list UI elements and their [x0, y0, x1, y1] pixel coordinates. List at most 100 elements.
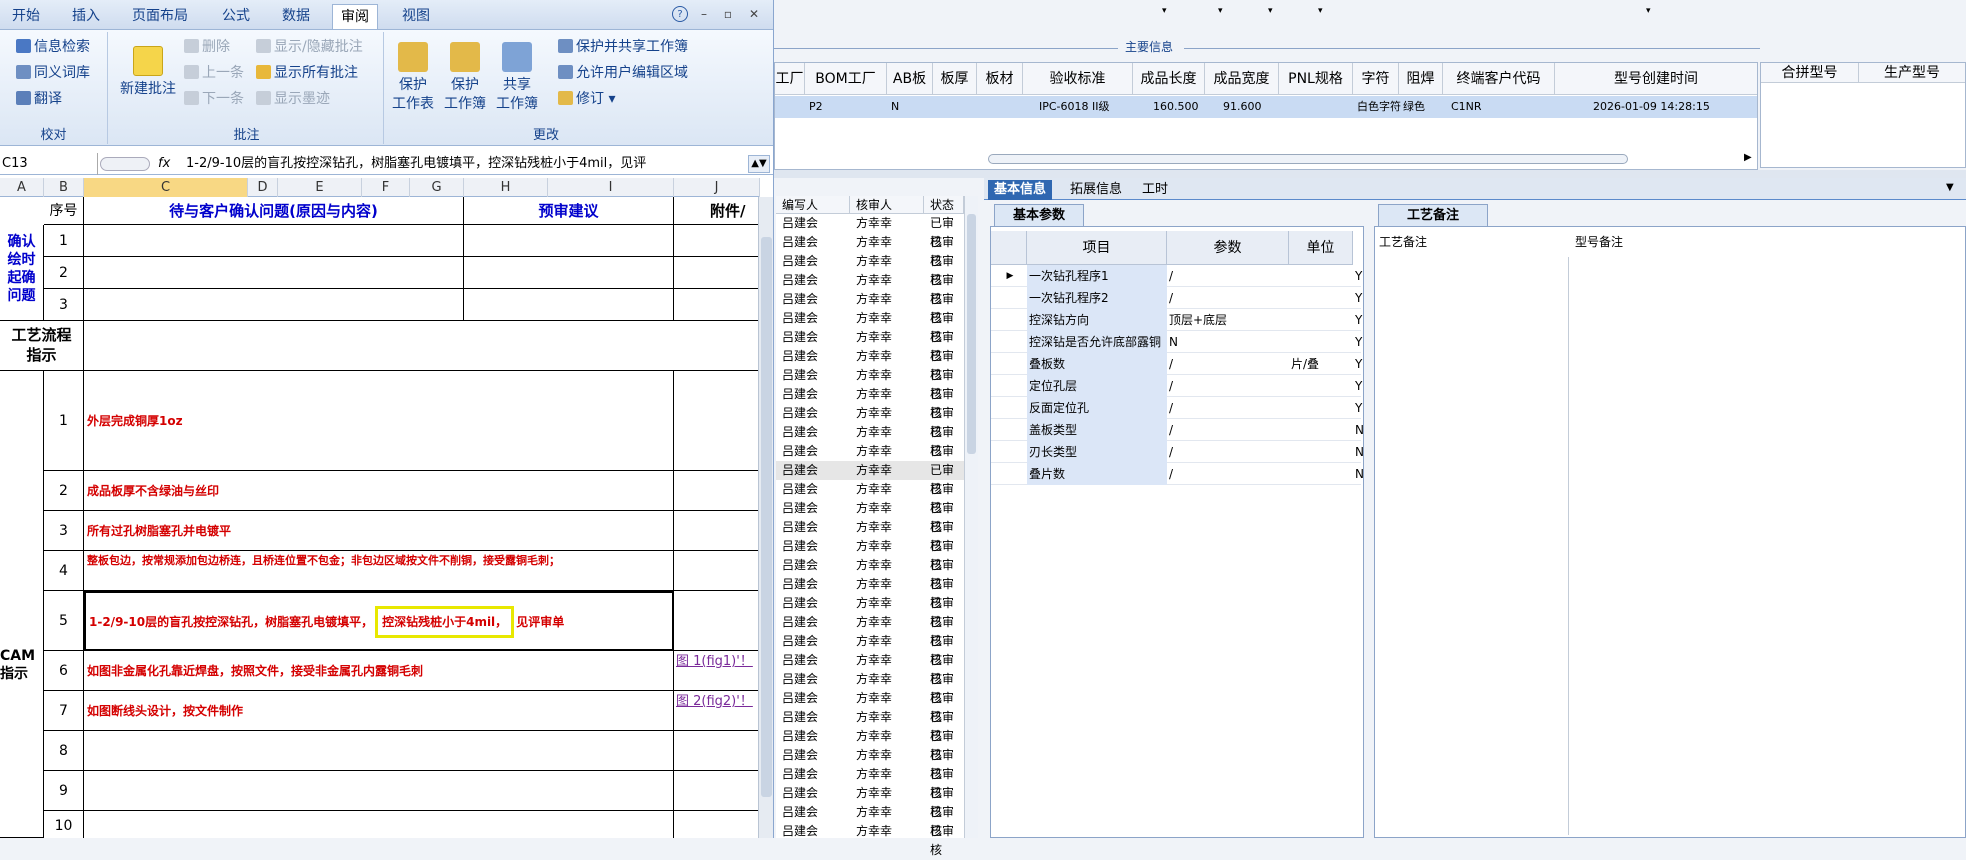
column-header[interactable]: I	[548, 178, 674, 197]
column-header[interactable]: G	[410, 178, 464, 197]
list-item[interactable]: 吕建会方幸幸已审核	[776, 290, 964, 325]
scroll-thumb[interactable]	[967, 214, 976, 454]
attach-cell[interactable]	[674, 511, 760, 551]
new-comment-button[interactable]: 新建批注	[114, 46, 182, 99]
attach-cell[interactable]	[674, 771, 760, 811]
list-item[interactable]: 吕建会方幸幸已审核	[776, 423, 964, 458]
formula-input[interactable]: 1-2/9-10层的盲孔按控深钻孔，树脂塞孔电镀填平，控深钻残桩小于4mil，见…	[186, 153, 746, 175]
col-header[interactable]: 板材	[977, 63, 1023, 95]
col-header[interactable]: AB板	[887, 63, 933, 95]
param-row[interactable]: 控深钻是否允许底部露铜 N Y	[991, 331, 1362, 353]
question-cell[interactable]	[84, 225, 464, 257]
flow-cell[interactable]	[84, 321, 760, 371]
close-icon[interactable]: ✕	[746, 6, 762, 22]
list-item[interactable]: 吕建会方幸幸已审核	[776, 746, 964, 781]
row-selector[interactable]	[991, 309, 1027, 331]
thesaurus-button[interactable]: 同义词库	[16, 62, 90, 84]
param-value[interactable]: /	[1167, 287, 1289, 309]
list-item[interactable]: 吕建会方幸幸已审核	[776, 404, 964, 439]
tab-work-hours[interactable]: 工时	[1136, 180, 1174, 200]
list-item[interactable]: 吕建会方幸幸已审核	[776, 480, 964, 515]
column-header[interactable]: A	[0, 178, 44, 197]
list-item[interactable]: 吕建会方幸幸已审核	[776, 689, 964, 724]
col-header[interactable]: 字符	[1353, 63, 1399, 95]
show-ink-button[interactable]: 显示墨迹	[256, 88, 330, 110]
fx-icon[interactable]: fx	[158, 153, 172, 175]
attach-cell[interactable]	[674, 731, 760, 771]
list-item[interactable]: 吕建会方幸幸已审核	[776, 252, 964, 287]
col-header[interactable]: 生产型号	[1859, 63, 1965, 83]
fig2-link[interactable]: 图 2(fig2)'！	[674, 691, 760, 731]
track-changes-button[interactable]: 修订 ▾	[558, 88, 615, 110]
col-header[interactable]: 成品长度	[1133, 63, 1205, 95]
col-header[interactable]: 状态	[924, 196, 964, 214]
cam-text-cell[interactable]: 外层完成铜厚1oz	[84, 371, 674, 471]
param-row[interactable]: ▶ 一次钻孔程序1/ Y	[991, 265, 1362, 287]
cam-text-cell[interactable]: 如图断线头设计，按文件制作	[84, 691, 674, 731]
basic-params-tab[interactable]: 基本参数	[994, 204, 1084, 226]
list-item[interactable]: 吕建会方幸幸已审核	[776, 442, 964, 477]
scroll-thumb[interactable]	[761, 237, 772, 797]
help-icon[interactable]: ?	[672, 6, 688, 22]
name-box[interactable]: C13	[0, 153, 98, 175]
attach-cell[interactable]	[674, 471, 760, 511]
param-row[interactable]: 反面定位孔 / Y	[991, 397, 1362, 419]
col-header[interactable]: 合拼型号	[1761, 63, 1859, 83]
list-item[interactable]: 吕建会方幸幸已审核	[776, 575, 964, 610]
formula-collapse-icon[interactable]: ▲▼	[748, 155, 770, 173]
share-workbook-button[interactable]: 共享 工作簿	[494, 42, 540, 114]
column-header[interactable]: E	[278, 178, 362, 197]
restore-icon[interactable]: ▫	[720, 6, 736, 22]
dropdown-arrow-icon[interactable]: ▾	[1646, 6, 1651, 16]
column-header-selected[interactable]: C	[84, 178, 248, 197]
show-hide-comment-button[interactable]: 显示/隐藏批注	[256, 36, 363, 58]
list-item[interactable]: 吕建会方幸幸已审核	[776, 632, 964, 667]
suggest-cell[interactable]	[464, 289, 674, 321]
list-item[interactable]: 吕建会方幸幸已审核	[776, 556, 964, 591]
cam-text-cell[interactable]: 所有过孔树脂塞孔并电镀平	[84, 511, 674, 551]
process-remark-input[interactable]	[1375, 257, 1569, 835]
col-header[interactable]: 验收标准	[1023, 63, 1133, 95]
formula-expand-icon[interactable]	[100, 157, 150, 171]
research-button[interactable]: 信息检索	[16, 36, 90, 58]
list-item[interactable]: 吕建会方幸幸已审核	[776, 803, 964, 838]
list-scrollbar[interactable]	[964, 196, 978, 838]
col-header[interactable]: 板厚	[933, 63, 977, 95]
show-all-comments-button[interactable]: 显示所有批注	[256, 62, 358, 84]
list-item[interactable]: 吕建会方幸幸已审核	[776, 366, 964, 401]
param-row[interactable]: 控深钻方向 顶层+底层 Y	[991, 309, 1362, 331]
list-item[interactable]: 吕建会方幸幸已审核	[776, 233, 964, 268]
attach-cell[interactable]	[674, 257, 760, 289]
list-item[interactable]: 吕建会方幸幸已审核	[776, 328, 964, 363]
row-selector[interactable]	[991, 331, 1027, 353]
dropdown-arrow-icon[interactable]: ▾	[1218, 6, 1223, 16]
question-cell[interactable]	[84, 257, 464, 289]
minimize-icon[interactable]: –	[696, 6, 712, 22]
delete-comment-button[interactable]: 删除	[184, 36, 230, 58]
list-item[interactable]: 吕建会方幸幸已审核	[776, 518, 964, 553]
splitter[interactable]	[774, 170, 1966, 178]
protect-and-share-button[interactable]: 保护并共享工作簿	[558, 36, 688, 58]
worksheet-grid[interactable]: 序号 待与客户确认问题(原因与内容) 预审建议 附件/ 确认 绘时 起确 问题 …	[0, 197, 760, 838]
current-row-icon[interactable]: ▶	[991, 265, 1027, 287]
column-header[interactable]: J	[674, 178, 760, 197]
attach-cell[interactable]	[674, 591, 760, 651]
dropdown-arrow-icon[interactable]: ▾	[1318, 6, 1323, 16]
row-selector[interactable]	[991, 353, 1027, 375]
col-header[interactable]: 参数	[1167, 231, 1289, 265]
col-header[interactable]: 编写人	[776, 196, 850, 214]
param-row[interactable]: 定位孔层 / Y	[991, 375, 1362, 397]
column-header[interactable]: H	[464, 178, 548, 197]
list-item[interactable]: 吕建会方幸幸已审核	[776, 271, 964, 306]
param-row[interactable]: 盖板类型 / N	[991, 419, 1363, 441]
cam-text-cell[interactable]	[84, 811, 674, 838]
question-cell[interactable]	[84, 289, 464, 321]
attach-cell[interactable]	[674, 289, 760, 321]
list-item[interactable]: 吕建会方幸幸已审核	[776, 537, 964, 572]
col-header[interactable]: PNL规格	[1279, 63, 1353, 95]
cam-text-cell-selected[interactable]: 1-2/9-10层的盲孔按控深钻孔，树脂塞孔电镀填平， 控深钻残桩小于4mil，见…	[84, 591, 674, 651]
param-value[interactable]: /	[1167, 441, 1289, 463]
param-value[interactable]: /	[1167, 463, 1289, 485]
cam-text-cell[interactable]: 成品板厚不含绿油与丝印	[84, 471, 674, 511]
scroll-right-icon[interactable]: ▶	[1744, 152, 1752, 163]
